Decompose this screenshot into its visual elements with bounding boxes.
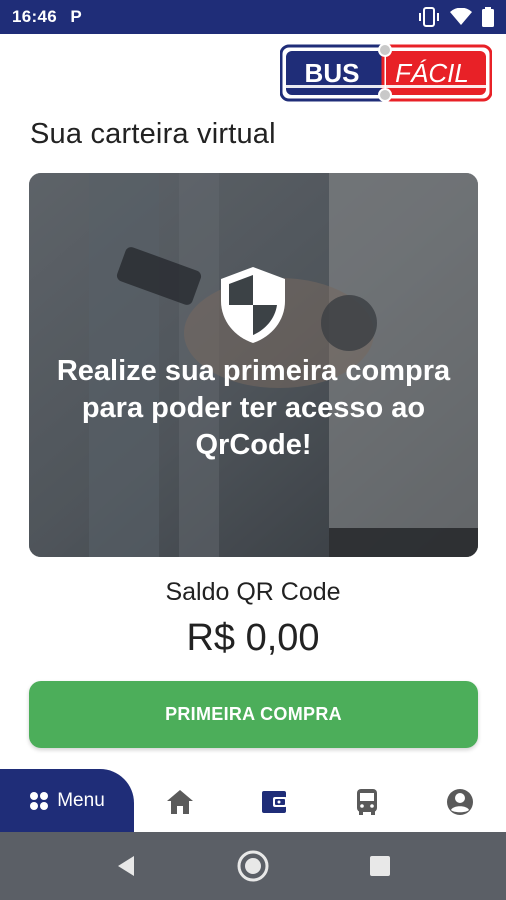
bus-icon[interactable] <box>352 787 382 817</box>
qrcode-info-card: Realize sua primeira compra para poder t… <box>29 173 478 557</box>
first-purchase-button[interactable]: PRIMEIRA COMPRA <box>29 681 478 748</box>
nav-menu-button[interactable]: Menu <box>0 769 134 832</box>
logo-facil-text: FÁCIL <box>395 58 469 88</box>
hero-message: Realize sua primeira compra para poder t… <box>56 355 451 461</box>
recents-icon[interactable] <box>369 855 391 877</box>
system-navigation-bar <box>0 832 506 900</box>
balance-value: R$ 0,00 <box>186 617 320 659</box>
vibrate-icon <box>419 7 439 27</box>
page-title: Sua carteira virtual <box>30 118 276 150</box>
status-time: 16:46 <box>12 7 57 26</box>
wifi-icon <box>450 8 472 25</box>
home-circle-icon[interactable] <box>237 850 269 882</box>
balance-label: Saldo QR Code <box>165 578 341 606</box>
back-icon[interactable] <box>114 854 138 878</box>
nav-menu-label: Menu <box>57 789 105 811</box>
battery-icon <box>482 7 494 27</box>
account-icon[interactable] <box>445 787 475 817</box>
status-icons <box>418 7 494 27</box>
wallet-icon[interactable] <box>259 787 289 817</box>
logo-bus-text: BUS <box>305 58 360 88</box>
bottom-navigation: Menu <box>0 769 506 832</box>
grid-icon <box>30 791 49 810</box>
shield-icon <box>221 267 285 343</box>
home-icon[interactable] <box>165 787 195 817</box>
status-bar: 16:46 P <box>0 0 506 34</box>
bus-facil-logo: BUS FÁCIL <box>280 43 492 102</box>
notification-p-icon: P <box>70 7 82 26</box>
